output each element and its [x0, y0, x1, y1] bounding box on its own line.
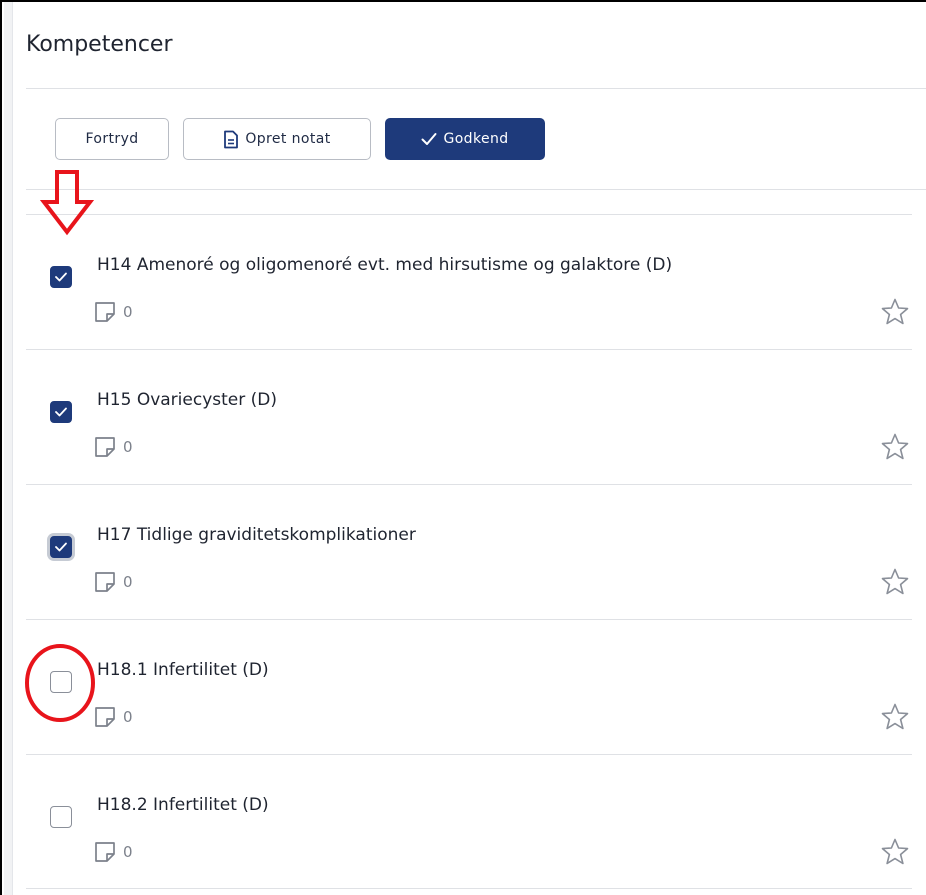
note-count[interactable]: 0	[94, 436, 133, 458]
star-icon[interactable]	[880, 567, 910, 597]
note-count-value: 0	[123, 573, 133, 591]
list-item: H18.1 Infertilitet (D) 0	[26, 619, 912, 754]
note-icon	[95, 842, 115, 862]
item-label[interactable]: H18.1 Infertilitet (D)	[97, 660, 269, 680]
list-item: H15 Ovariecyster (D) 0	[26, 349, 912, 484]
note-count[interactable]: 0	[94, 571, 133, 593]
cancel-button[interactable]: Fortryd	[55, 118, 169, 160]
list-item: H14 Amenoré og oligomenoré evt. med hirs…	[26, 214, 912, 349]
header-divider	[26, 88, 926, 89]
note-count-value: 0	[123, 708, 133, 726]
star-icon[interactable]	[880, 297, 910, 327]
note-count-value: 0	[123, 843, 133, 861]
page-title: Kompetencer	[26, 32, 173, 57]
create-note-button-label: Opret notat	[245, 131, 331, 147]
competence-list: H14 Amenoré og oligomenoré evt. med hirs…	[26, 214, 912, 889]
item-checkbox[interactable]	[50, 401, 72, 423]
note-icon	[95, 437, 115, 457]
item-checkbox[interactable]	[50, 536, 72, 558]
document-icon	[224, 130, 239, 148]
item-label[interactable]: H18.2 Infertilitet (D)	[97, 795, 269, 815]
star-icon[interactable]	[880, 702, 910, 732]
check-icon	[421, 133, 437, 145]
star-icon[interactable]	[880, 432, 910, 462]
note-count-value: 0	[123, 303, 133, 321]
app-window: Kompetencer Fortryd Opret notat Godkend	[0, 0, 926, 895]
note-count-value: 0	[123, 438, 133, 456]
note-count[interactable]: 0	[94, 841, 133, 863]
item-checkbox[interactable]	[50, 266, 72, 288]
approve-button-label: Godkend	[443, 131, 509, 147]
item-label[interactable]: H14 Amenoré og oligomenoré evt. med hirs…	[97, 255, 672, 275]
list-item: H17 Tidlige graviditetskomplikationer 0	[26, 484, 912, 619]
star-icon[interactable]	[880, 837, 910, 867]
item-label[interactable]: H17 Tidlige graviditetskomplikationer	[97, 525, 416, 545]
note-count[interactable]: 0	[94, 301, 133, 323]
note-icon	[95, 302, 115, 322]
check-icon	[55, 272, 67, 282]
list-item: H18.2 Infertilitet (D) 0	[26, 754, 912, 889]
annotation-circle-icon	[25, 644, 95, 722]
toolbar: Fortryd Opret notat Godkend	[55, 118, 545, 160]
check-icon	[55, 407, 67, 417]
item-label[interactable]: H15 Ovariecyster (D)	[97, 390, 277, 410]
item-checkbox[interactable]	[50, 806, 72, 828]
left-rail	[4, 2, 13, 895]
approve-button[interactable]: Godkend	[385, 118, 545, 160]
note-count[interactable]: 0	[94, 706, 133, 728]
create-note-button[interactable]: Opret notat	[183, 118, 371, 160]
check-icon	[55, 542, 67, 552]
note-icon	[95, 572, 115, 592]
toolbar-divider	[26, 189, 926, 190]
cancel-button-label: Fortryd	[85, 131, 139, 147]
annotation-arrow-icon	[40, 170, 94, 236]
